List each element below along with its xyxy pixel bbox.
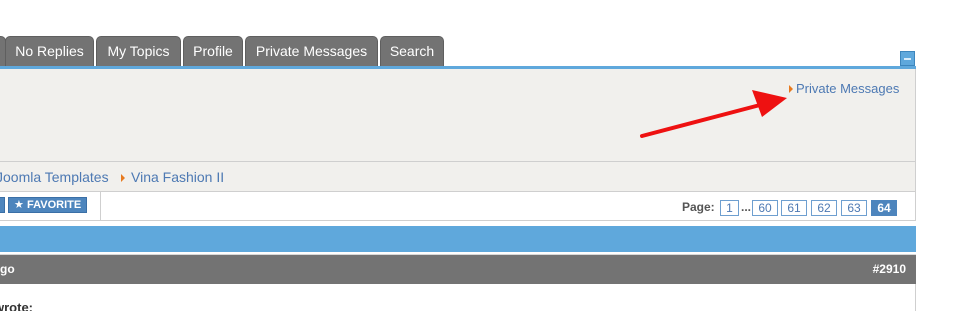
post-body: wrote: [0,284,916,311]
breadcrumb-item-joomla-templates[interactable]: Joomla Templates [0,162,109,192]
post-time-ago: go [0,262,15,276]
star-icon: ★ [14,199,24,211]
page-link-1[interactable]: 1 [720,200,739,216]
breadcrumb: Joomla Templates Vina Fashion II [0,162,916,192]
favorite-button[interactable]: ★ FAVORITE [8,197,88,213]
post-number-link[interactable]: #2910 [873,255,906,283]
actions-cell: ★ FAVORITE [0,192,101,220]
page-link-61[interactable]: 61 [781,200,807,216]
partial-action-button[interactable] [0,197,5,213]
breadcrumb-item-vina-fashion[interactable]: Vina Fashion II [131,162,224,192]
pagination-label: Page: [682,200,715,214]
pagination-ellipsis: ... [741,200,752,214]
page-current-64: 64 [871,200,897,216]
favorite-button-label: FAVORITE [27,199,82,211]
page-link-62[interactable]: 62 [811,200,837,216]
topic-header-band [0,226,916,252]
annotation-arrow-shaft [640,103,762,138]
topic-actions-bar: ★ FAVORITE Page: 1 ... 60 61 62 63 64 [0,192,916,221]
page-link-63[interactable]: 63 [841,200,867,216]
breadcrumb-separator-icon [121,174,125,182]
post-header: go #2910 [0,254,916,284]
annotation-arrow-head [752,90,787,117]
quote-author-label: wrote: [0,300,33,311]
page-link-60[interactable]: 60 [752,200,778,216]
